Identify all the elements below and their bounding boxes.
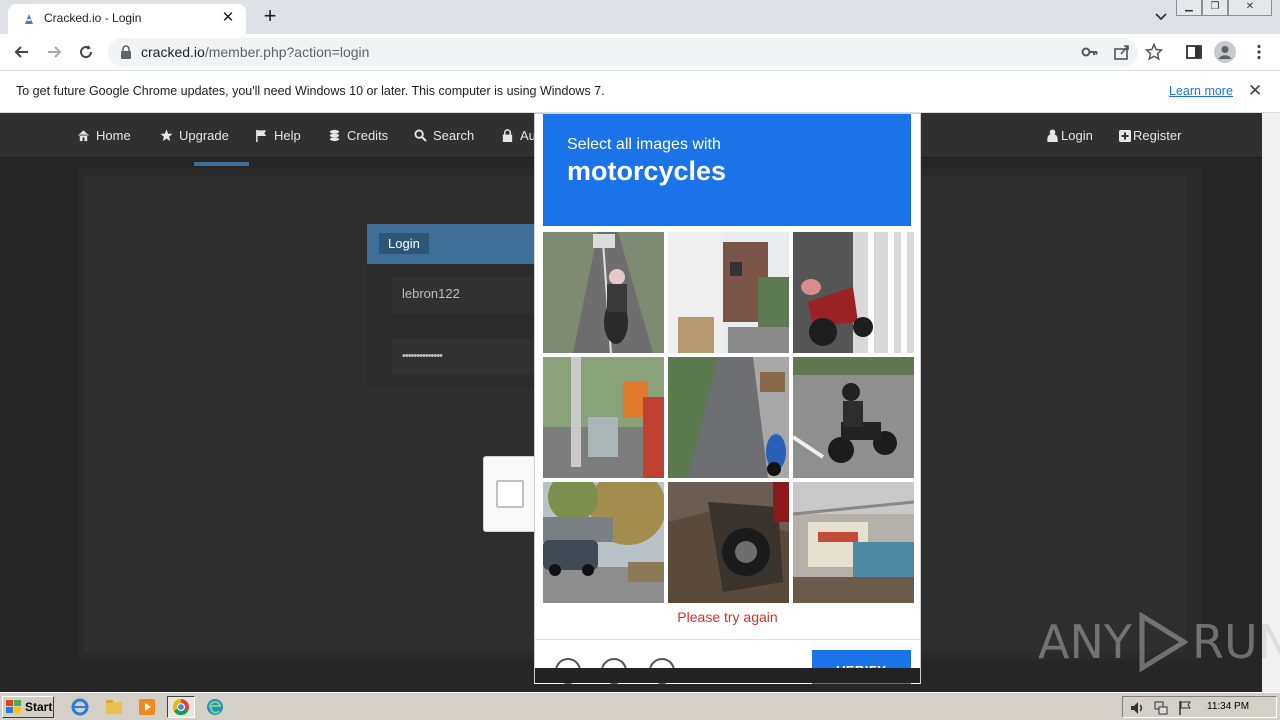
nav-home[interactable]: Home [77,128,131,143]
flag-icon [256,129,267,142]
nav-search[interactable]: Search [414,128,474,143]
captcha-error-message: Please try again [677,609,778,625]
search-icon [414,129,427,142]
captcha-tile-1[interactable] [543,232,664,353]
nav-register[interactable]: Register [1119,128,1181,143]
anyrun-watermark: ANY RUN [1038,610,1280,674]
nav-active-indicator [194,162,249,166]
login-panel-title: Login [379,233,429,254]
forward-icon[interactable] [44,42,64,62]
action-center-flag-icon[interactable] [1177,700,1193,716]
restore-icon[interactable]: ❐ [1202,0,1228,16]
infobar-message: To get future Google Chrome updates, you… [16,84,605,98]
nav-upgrade[interactable]: Upgrade [160,128,229,143]
password-field[interactable]: •••••••••••••• [392,339,537,375]
play-logo-icon [1139,612,1188,672]
tab-title: Cracked.io - Login [44,11,142,25]
media-player-icon[interactable] [135,696,159,718]
captcha-tile-9[interactable] [793,482,914,603]
windows-logo-icon [6,700,21,713]
nav-login[interactable]: Login [1047,128,1093,143]
edge-icon[interactable] [203,696,227,718]
captcha-tile-6[interactable] [793,357,914,478]
tab-strip: Cracked.io - Login ✕ + ▁ ❐ ✕ [0,0,1280,34]
username-field[interactable]: lebron122 [392,277,537,313]
home-icon [77,130,90,142]
challenge-target: motorcycles [567,156,727,186]
infobar-close-icon[interactable]: ✕ [1248,81,1262,101]
recaptcha-checkbox[interactable] [496,480,524,508]
bookmark-star-icon[interactable] [1145,43,1163,61]
tab-close-icon[interactable]: ✕ [218,8,238,26]
learn-more-link[interactable]: Learn more [1169,84,1233,98]
captcha-tile-4[interactable] [543,357,664,478]
browser-tab[interactable]: Cracked.io - Login ✕ [8,4,246,34]
address-bar[interactable]: cracked.io/member.php?action=login [108,38,1138,67]
browser-toolbar: cracked.io/member.php?action=login [0,34,1280,71]
back-icon[interactable] [12,42,32,62]
captcha-tile-8[interactable] [668,482,789,603]
start-button[interactable]: Start [2,696,54,718]
challenge-prompt: Select all images with [567,136,721,153]
ie-icon[interactable] [68,696,92,718]
user-icon [1047,129,1058,142]
volume-icon[interactable] [1129,700,1145,716]
url-text: cracked.io/member.php?action=login [141,44,370,60]
cracked-favicon-icon [25,14,33,24]
new-tab-icon[interactable]: + [258,3,282,29]
captcha-tile-5[interactable] [668,357,789,478]
nav-credits[interactable]: Credits [328,128,388,143]
taskbar-clock[interactable]: 11:34 PM [1207,701,1249,712]
share-icon[interactable] [1113,43,1131,61]
captcha-tile-3[interactable] [793,232,914,353]
captcha-tile-2[interactable] [668,232,789,353]
tab-search-icon[interactable] [1152,7,1170,25]
side-panel-icon[interactable] [1185,43,1203,61]
captcha-tile-7[interactable] [543,482,664,603]
recaptcha-challenge: Select all images with motorcycles Pleas… [534,113,921,684]
profile-avatar-icon[interactable] [1214,41,1236,63]
nav-help[interactable]: Help [255,128,301,143]
chrome-menu-icon[interactable] [1250,43,1268,61]
window-close-icon[interactable]: ✕ [1228,0,1272,16]
update-infobar: To get future Google Chrome updates, you… [0,71,1280,113]
window-controls: ▁ ❐ ✕ [1176,0,1272,18]
coins-icon [329,129,340,142]
page-scrollbar[interactable] [1262,113,1280,692]
challenge-grid [543,232,914,603]
reload-icon[interactable] [76,42,96,62]
plus-square-icon [1119,129,1131,142]
system-tray [1122,696,1277,718]
minimize-icon[interactable]: ▁ [1176,0,1202,16]
explorer-icon[interactable] [102,696,126,718]
key-icon[interactable] [1081,43,1099,61]
network-icon[interactable] [1153,700,1169,716]
challenge-bottom-edge [535,668,920,683]
windows-taskbar: Start 11:34 PM [0,692,1280,720]
chrome-taskbar-icon[interactable] [167,696,195,718]
star-icon [160,129,173,142]
challenge-header: Select all images with motorcycles [543,114,911,226]
lock-icon[interactable] [120,45,132,59]
nav-auth[interactable]: Au [501,128,536,143]
lock-icon [502,129,513,142]
